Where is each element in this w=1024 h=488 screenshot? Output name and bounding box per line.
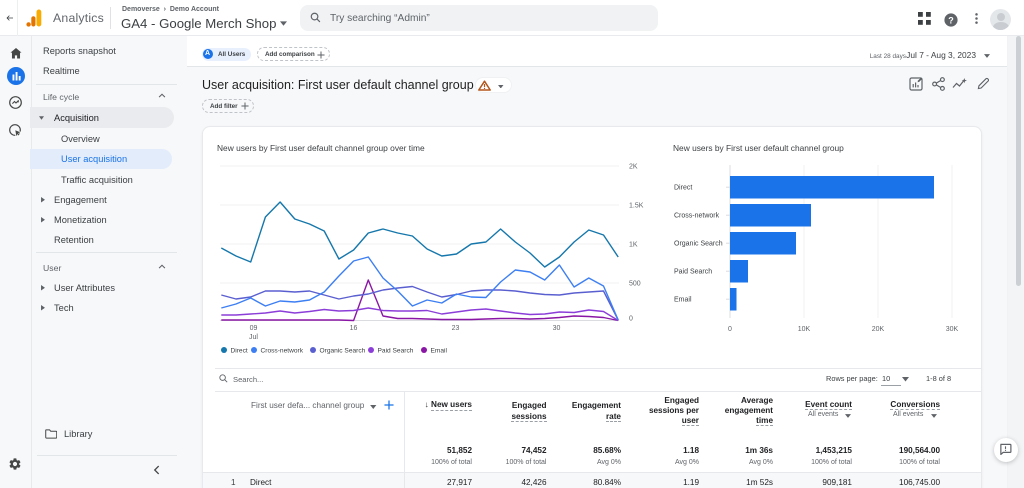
svg-text:New users by First user defaul: New users by First user default channel …: [673, 143, 844, 153]
svg-text:Cross-network: Cross-network: [674, 213, 720, 220]
svg-text:Paid Search: Paid Search: [674, 269, 712, 276]
svg-text:500: 500: [629, 281, 641, 288]
svg-text:1.5K: 1.5K: [629, 203, 644, 210]
svg-text:Email: Email: [674, 297, 692, 304]
svg-text:Email: Email: [431, 348, 448, 355]
svg-text:Paid Search: Paid Search: [378, 348, 414, 355]
svg-text:10K: 10K: [798, 326, 811, 333]
svg-text:30: 30: [553, 325, 561, 332]
svg-text:0: 0: [728, 326, 732, 333]
svg-text:0: 0: [629, 316, 633, 323]
svg-text:23: 23: [452, 325, 460, 332]
svg-text:Organic Search: Organic Search: [674, 241, 723, 248]
svg-text:?: ?: [948, 15, 954, 25]
svg-text:2K: 2K: [629, 164, 638, 171]
svg-text:30K: 30K: [946, 326, 959, 333]
svg-text:New users by First user defaul: New users by First user default channel …: [217, 143, 425, 153]
svg-text:09: 09: [250, 325, 258, 332]
svg-text:Organic Search: Organic Search: [320, 348, 366, 355]
svg-text:Jul: Jul: [249, 334, 258, 341]
svg-text:20K: 20K: [872, 326, 885, 333]
svg-text:Direct: Direct: [231, 348, 248, 355]
svg-text:Cross-network: Cross-network: [261, 348, 304, 355]
svg-text:Direct: Direct: [674, 185, 692, 192]
svg-text:16: 16: [350, 325, 358, 332]
svg-text:1K: 1K: [629, 242, 638, 249]
